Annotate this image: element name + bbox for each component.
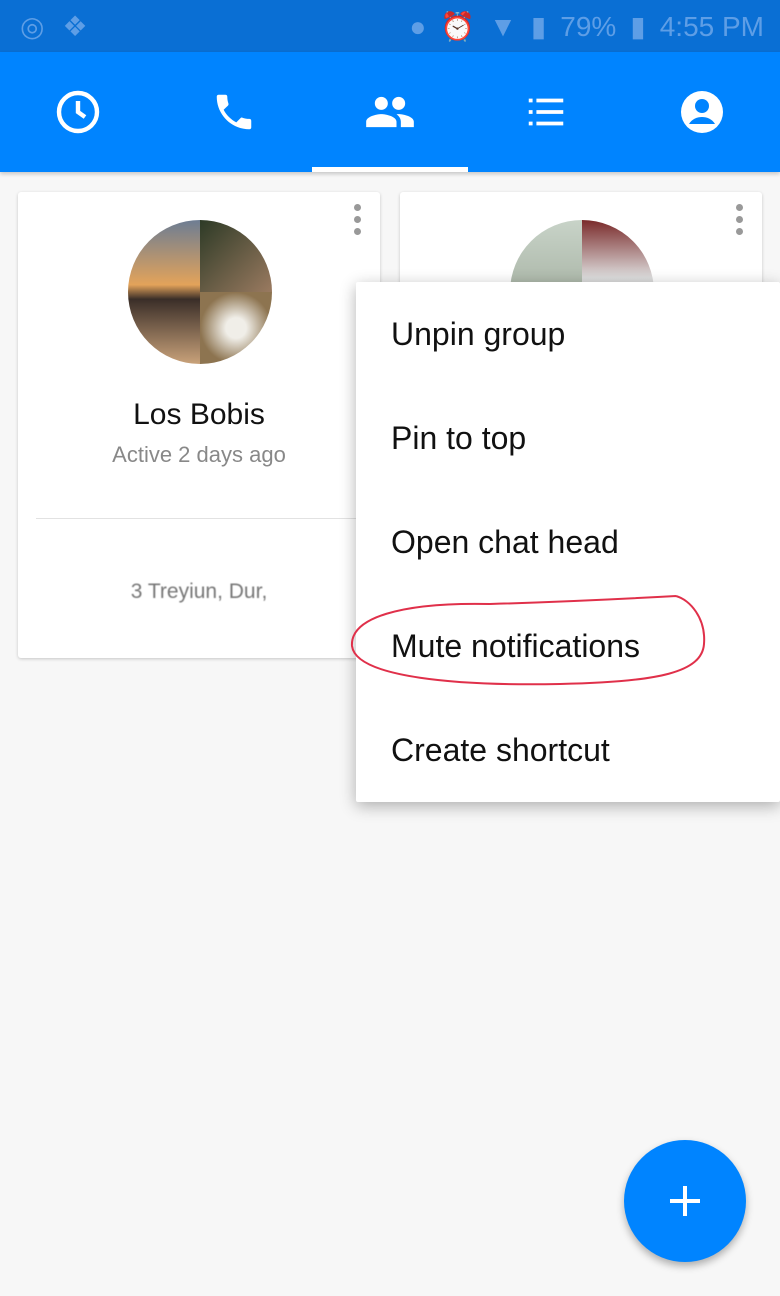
signal-icon: ▮	[530, 11, 547, 42]
battery-level: 79%	[560, 10, 617, 42]
clock-time: 4:55 PM	[659, 10, 764, 42]
tab-groups[interactable]	[312, 52, 468, 172]
group-avatar	[128, 220, 272, 364]
tab-calls[interactable]	[156, 52, 312, 172]
menu-item-open-chat-head[interactable]: Open chat head	[356, 490, 780, 594]
location-icon: ●	[409, 10, 427, 42]
tab-bar	[0, 52, 780, 172]
phone-icon	[216, 94, 252, 130]
list-icon	[528, 98, 564, 126]
tab-profile[interactable]	[624, 52, 780, 172]
more-options-icon[interactable]	[354, 204, 362, 240]
menu-item-pin-to-top[interactable]: Pin to top	[356, 386, 780, 490]
tab-list[interactable]	[468, 52, 624, 172]
alarm-icon: ⏰	[440, 11, 476, 42]
more-options-icon[interactable]	[736, 204, 744, 240]
menu-item-unpin-group[interactable]: Unpin group	[356, 282, 780, 386]
context-menu: Unpin group Pin to top Open chat head Mu…	[356, 282, 780, 802]
plus-icon	[670, 1186, 700, 1216]
divider	[36, 518, 380, 519]
tab-recent[interactable]	[0, 52, 156, 172]
groups-icon	[366, 96, 414, 128]
clock-icon	[56, 90, 100, 134]
annotation-circle	[350, 595, 706, 686]
status-bar: ◎ ❖ ● ⏰ ▼ ▮ 79% ▮ 4:55 PM	[0, 0, 780, 52]
group-status: Active 2 days ago	[112, 442, 286, 467]
group-members: 3 Treyiun, Dur,	[130, 580, 268, 603]
add-group-button[interactable]	[624, 1140, 746, 1262]
wifi-icon: ▼	[489, 10, 517, 42]
profile-icon	[681, 91, 723, 133]
whatsapp-icon: ◎	[20, 11, 45, 42]
group-name: Los Bobis	[133, 398, 265, 431]
menu-item-create-shortcut[interactable]: Create shortcut	[356, 698, 780, 802]
dropbox-icon: ❖	[62, 11, 88, 42]
battery-icon: ▮	[630, 11, 646, 42]
group-card[interactable]: Los Bobis Active 2 days ago 3 Treyiun, D…	[18, 192, 380, 658]
